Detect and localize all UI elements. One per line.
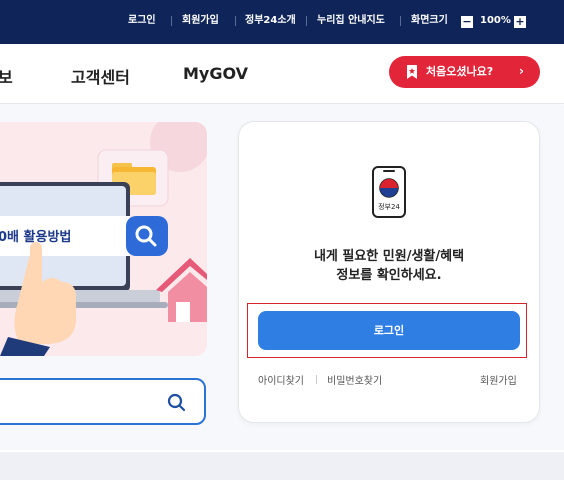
search-icon[interactable] xyxy=(167,393,187,413)
chevron-right-icon: › xyxy=(519,64,524,78)
zoom-level: 100% xyxy=(480,15,511,26)
util-divider xyxy=(306,16,307,26)
gov24-app-icon: 정부24 xyxy=(372,166,406,218)
util-login-link[interactable]: 로그인 xyxy=(128,13,156,29)
link-divider xyxy=(316,375,317,384)
zoom-in-button[interactable]: + xyxy=(514,16,526,28)
find-id-link[interactable]: 아이디찾기 xyxy=(258,372,304,387)
login-message-line1: 내게 필요한 민원/생활/혜택 xyxy=(313,249,465,264)
search-input[interactable] xyxy=(0,378,206,425)
util-divider xyxy=(235,16,236,26)
promo-banner[interactable]: 0배 활용방법 xyxy=(0,122,207,356)
util-signup-link[interactable]: 회원가입 xyxy=(182,13,219,29)
find-password-link[interactable]: 비밀번호찾기 xyxy=(327,372,382,387)
util-about-link[interactable]: 정부24소개 xyxy=(245,13,296,29)
screen-size-label: 화면크기 xyxy=(411,15,448,26)
util-divider xyxy=(400,16,401,26)
bottom-section xyxy=(0,452,564,480)
bookmark-icon xyxy=(407,65,417,79)
utility-bar: 로그인 회원가입 정부24소개 누리집 안내지도 화면크기 − 100% + xyxy=(0,0,564,44)
first-visit-label: 처음오셨나요? xyxy=(426,65,494,78)
zoom-out-button[interactable]: − xyxy=(461,16,473,28)
banner-search-text: 0배 활용방법 xyxy=(0,230,72,245)
login-button[interactable]: 로그인 xyxy=(258,311,520,350)
util-divider xyxy=(171,16,172,26)
nav-item-customer-center[interactable]: 고객센터 xyxy=(71,64,130,88)
util-sitemap-link[interactable]: 누리집 안내지도 xyxy=(317,13,385,29)
login-message-line2: 정보를 확인하세요. xyxy=(336,268,442,283)
svg-text:정부24: 정부24 xyxy=(378,202,400,211)
signup-link[interactable]: 회원가입 xyxy=(480,372,517,387)
nav-item-mygov[interactable]: MyGOV xyxy=(183,64,248,83)
nav-item-info[interactable]: 보 xyxy=(0,64,13,88)
house-icon xyxy=(156,258,207,322)
first-visit-button[interactable]: 처음오셨나요? › xyxy=(389,56,540,88)
